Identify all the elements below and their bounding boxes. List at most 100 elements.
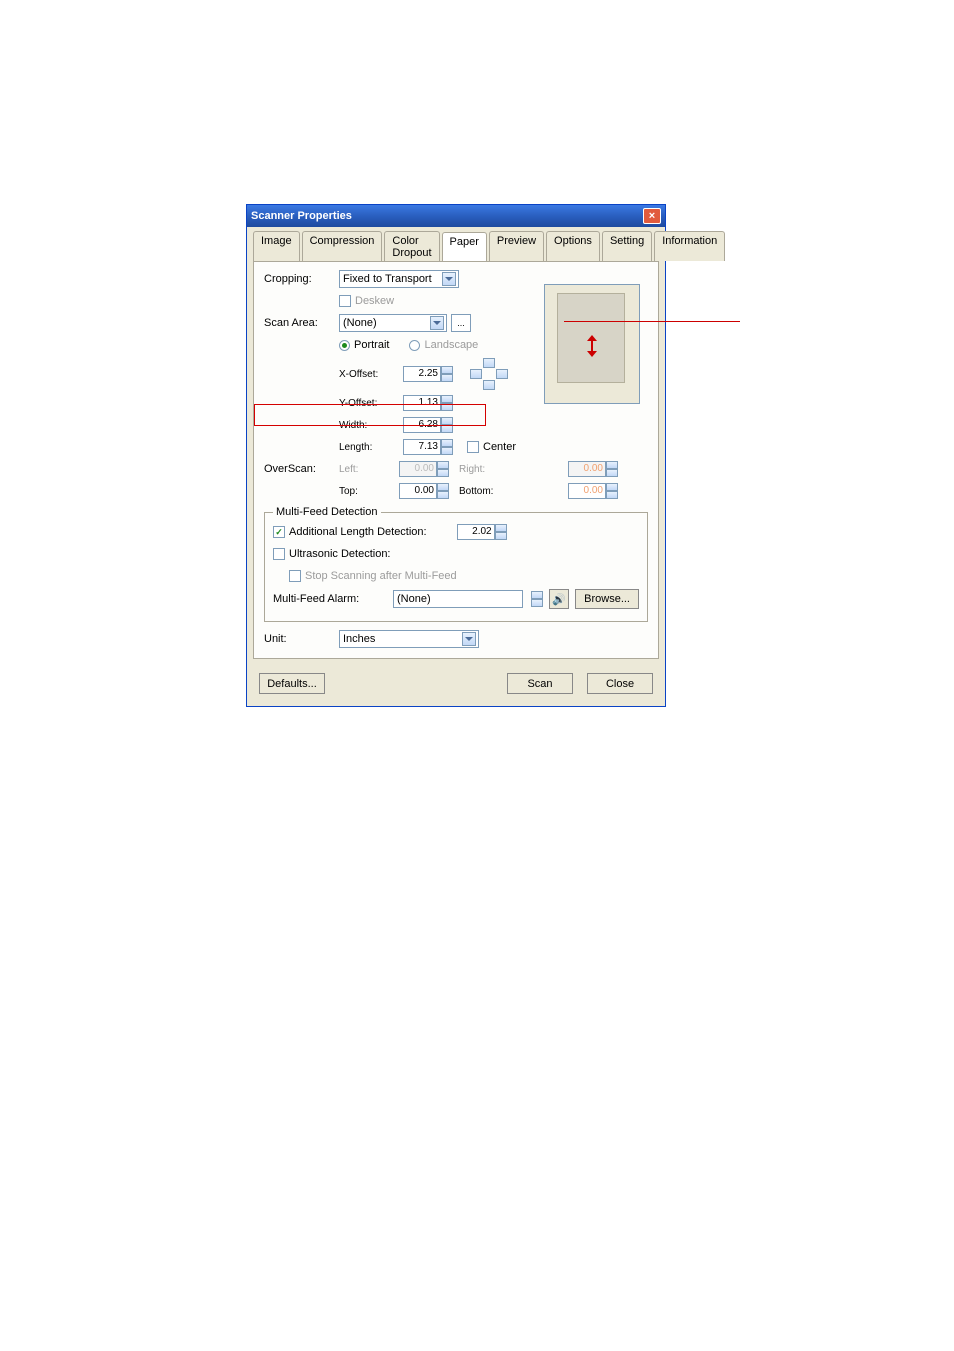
spin-up-icon (437, 461, 449, 469)
tab-preview[interactable]: Preview (489, 231, 544, 261)
ald-value[interactable]: 2.02 (457, 524, 495, 540)
bottom-value[interactable]: 0.00 (568, 483, 606, 499)
spin-up-icon (606, 461, 618, 469)
checkbox-icon (467, 441, 479, 453)
radio-icon (339, 340, 350, 351)
scanner-properties-window: Scanner Properties × Image Compression C… (246, 204, 666, 707)
deskew-checkbox: Deskew (339, 295, 394, 307)
spin-up-icon[interactable] (437, 483, 449, 491)
close-icon[interactable]: × (643, 208, 661, 224)
bottom-spinner[interactable]: 0.00 (568, 483, 618, 499)
nav-up-icon[interactable] (483, 358, 495, 368)
landscape-radio: Landscape (409, 339, 478, 351)
top-value[interactable]: 0.00 (399, 483, 437, 499)
spin-down-icon[interactable] (437, 491, 449, 499)
footer-buttons: Defaults... Scan Close (247, 665, 665, 706)
length-value[interactable]: 7.13 (403, 439, 441, 455)
width-value[interactable]: 6.28 (403, 417, 441, 433)
right-value: 0.00 (568, 461, 606, 477)
chevron-down-icon[interactable] (442, 272, 456, 286)
stop-scanning-label: Stop Scanning after Multi-Feed (305, 570, 457, 582)
spin-up-icon[interactable] (441, 395, 453, 403)
top-spinner[interactable]: 0.00 (399, 483, 449, 499)
unit-value: Inches (343, 633, 375, 645)
spin-down-icon[interactable] (441, 374, 453, 382)
tab-compression[interactable]: Compression (302, 231, 383, 261)
stop-scanning-checkbox: Stop Scanning after Multi-Feed (289, 570, 457, 582)
scan-area-label: Scan Area: (264, 317, 339, 329)
ultrasonic-label: Ultrasonic Detection: (289, 548, 391, 560)
unit-dropdown[interactable]: Inches (339, 630, 479, 648)
titlebar[interactable]: Scanner Properties × (247, 205, 665, 227)
scan-button[interactable]: Scan (507, 673, 573, 694)
nav-right-icon[interactable] (496, 369, 508, 379)
preview-panel (544, 284, 640, 404)
scan-area-value: (None) (343, 317, 377, 329)
defaults-button[interactable]: Defaults... (259, 673, 325, 694)
browse-button[interactable]: Browse... (575, 589, 639, 609)
bottom-label: Bottom: (459, 486, 493, 497)
spin-up-icon[interactable] (606, 483, 618, 491)
tab-options[interactable]: Options (546, 231, 600, 261)
nav-down-icon[interactable] (483, 380, 495, 390)
center-label: Center (483, 441, 516, 453)
spin-up-icon[interactable] (441, 417, 453, 425)
tab-image[interactable]: Image (253, 231, 300, 261)
length-indicator-icon (587, 335, 597, 357)
yoffset-value[interactable]: 1.13 (403, 395, 441, 411)
tab-paper[interactable]: Paper (442, 232, 487, 262)
scan-area-dropdown[interactable]: (None) (339, 314, 447, 332)
left-value: 0.00 (399, 461, 437, 477)
spin-up-icon[interactable] (495, 524, 507, 532)
tab-information[interactable]: Information (654, 231, 725, 261)
center-checkbox[interactable]: Center (467, 441, 516, 453)
multi-feed-detection-group: Multi-Feed Detection Additional Length D… (264, 506, 648, 622)
spin-up-icon[interactable] (441, 366, 453, 374)
cropping-dropdown[interactable]: Fixed to Transport (339, 270, 459, 288)
chevron-down-icon[interactable] (430, 316, 444, 330)
cropping-label: Cropping: (264, 273, 339, 285)
speaker-icon[interactable]: 🔊 (549, 589, 569, 609)
yoffset-spinner[interactable]: 1.13 (403, 395, 453, 411)
ald-checkbox[interactable]: Additional Length Detection: (273, 526, 427, 538)
tab-setting[interactable]: Setting (602, 231, 652, 261)
portrait-radio[interactable]: Portrait (339, 339, 389, 351)
ald-spinner[interactable]: 2.02 (457, 524, 507, 540)
width-spinner[interactable]: 6.28 (403, 417, 453, 433)
close-button[interactable]: Close (587, 673, 653, 694)
spin-up-icon[interactable] (531, 591, 543, 599)
xoffset-value[interactable]: 2.25 (403, 366, 441, 382)
spin-down-icon[interactable] (441, 403, 453, 411)
cropping-value: Fixed to Transport (343, 273, 432, 285)
top-label: Top: (339, 486, 389, 497)
alarm-value: (None) (397, 593, 431, 605)
landscape-label: Landscape (424, 339, 478, 351)
right-label: Right: (459, 464, 485, 475)
spin-down-icon[interactable] (606, 491, 618, 499)
checkbox-icon (273, 548, 285, 560)
yoffset-label: Y-Offset: (339, 398, 389, 409)
xoffset-label: X-Offset: (339, 369, 389, 380)
tab-strip: Image Compression Color Dropout Paper Pr… (247, 227, 665, 261)
chevron-down-icon[interactable] (462, 632, 476, 646)
unit-label: Unit: (264, 633, 339, 645)
spin-down-icon (606, 469, 618, 477)
spin-down-icon[interactable] (531, 599, 543, 607)
nav-left-icon[interactable] (470, 369, 482, 379)
xoffset-spinner[interactable]: 2.25 (403, 366, 453, 382)
alarm-dropdown[interactable]: (None) (393, 590, 523, 608)
deskew-label: Deskew (355, 295, 394, 307)
length-spinner[interactable]: 7.13 (403, 439, 453, 455)
width-label: Width: (339, 420, 389, 431)
overscan-label: OverScan: (264, 463, 339, 475)
spin-down-icon[interactable] (441, 425, 453, 433)
ultrasonic-checkbox[interactable]: Ultrasonic Detection: (273, 548, 391, 560)
offset-nav-pad[interactable] (470, 358, 508, 390)
alarm-volume-spinner[interactable] (531, 591, 543, 607)
scan-area-more-button[interactable]: ... (451, 314, 471, 332)
tab-color-dropout[interactable]: Color Dropout (384, 231, 439, 261)
spin-down-icon[interactable] (495, 532, 507, 540)
spin-down-icon[interactable] (441, 447, 453, 455)
portrait-label: Portrait (354, 339, 389, 351)
spin-up-icon[interactable] (441, 439, 453, 447)
